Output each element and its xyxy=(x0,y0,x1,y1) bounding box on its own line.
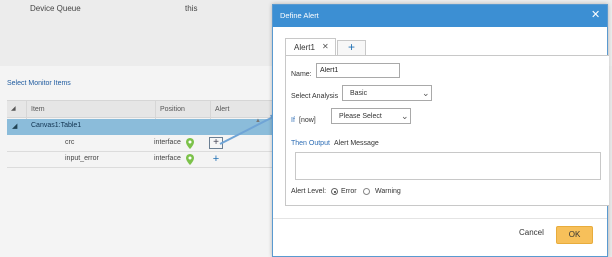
select-monitor-items-title: Select Monitor Items xyxy=(7,80,71,87)
footer-divider xyxy=(273,218,607,219)
warning-radio-label: Warning xyxy=(375,188,401,195)
now-label: [now] xyxy=(299,117,316,124)
column-header-item[interactable]: Item xyxy=(27,101,156,119)
tab-label: Alert1 xyxy=(294,43,315,52)
device-queue-label: Device Queue xyxy=(30,4,81,13)
then-output-label: Then Output xyxy=(291,140,330,147)
item-name: crc xyxy=(65,139,75,146)
define-alert-dialog: Define Alert ✕ Alert1 ✕ + Name: Select A… xyxy=(272,4,609,257)
table-row[interactable]: input_error interface + xyxy=(7,152,272,168)
alert-message-input[interactable] xyxy=(295,152,601,180)
chevron-down-icon: ⌄ xyxy=(422,88,430,98)
warning-radio[interactable] xyxy=(363,188,370,195)
if-label: If xyxy=(291,117,295,124)
dialog-title: Define Alert xyxy=(280,11,319,20)
add-tab-button[interactable]: + xyxy=(337,40,366,55)
item-name: input_error xyxy=(65,155,99,162)
grid-header-toggle[interactable]: ◢ xyxy=(7,101,27,119)
add-alert-button[interactable]: + xyxy=(209,137,223,149)
dialog-titlebar[interactable]: Define Alert ✕ xyxy=(273,5,607,27)
radio-selected-dot xyxy=(333,190,336,193)
grid-header: ◢ Item Position Alert xyxy=(7,100,272,119)
close-icon[interactable]: ✕ xyxy=(591,8,600,22)
position-text: interface xyxy=(154,139,181,146)
close-icon[interactable]: ✕ xyxy=(322,42,329,51)
table-group-label: Canvas1:Table1 xyxy=(31,122,82,129)
condition-select[interactable]: Please Select ⌄ xyxy=(331,108,411,124)
tab-alert1[interactable]: Alert1 ✕ xyxy=(285,38,336,55)
alert-level-label: Alert Level: xyxy=(291,188,327,195)
table-row[interactable]: ◢ Canvas1:Table1 xyxy=(7,119,272,135)
cancel-button[interactable]: Cancel xyxy=(519,228,544,237)
column-header-alert[interactable]: Alert xyxy=(211,101,272,119)
map-pin-icon[interactable] xyxy=(186,154,194,165)
expand-all-icon: ◢ xyxy=(11,106,16,112)
alert-form: Name: Select Analysis Basic ⌄ If [now] P… xyxy=(285,55,609,206)
map-pin-icon[interactable] xyxy=(186,138,194,149)
collapse-icon[interactable]: ◢ xyxy=(12,122,17,130)
position-text: interface xyxy=(154,155,181,162)
analysis-select-value: Basic xyxy=(350,90,368,97)
scroll-up-icon[interactable]: ▲ xyxy=(255,118,261,124)
device-queue-value: this xyxy=(185,4,198,13)
table-row[interactable]: crc interface + xyxy=(7,136,272,152)
ok-button[interactable]: OK xyxy=(556,226,593,244)
name-label: Name: xyxy=(291,71,312,78)
add-alert-button[interactable]: + xyxy=(210,153,222,165)
error-radio[interactable] xyxy=(331,188,338,195)
select-analysis-label: Select Analysis xyxy=(291,93,339,100)
column-header-position[interactable]: Position xyxy=(156,101,211,119)
alert-message-label: Alert Message xyxy=(334,140,379,147)
condition-select-value: Please Select xyxy=(339,113,382,120)
name-input[interactable] xyxy=(316,63,400,78)
analysis-select[interactable]: Basic ⌄ xyxy=(342,85,432,101)
error-radio-label: Error xyxy=(341,188,357,195)
chevron-down-icon: ⌄ xyxy=(401,111,409,121)
